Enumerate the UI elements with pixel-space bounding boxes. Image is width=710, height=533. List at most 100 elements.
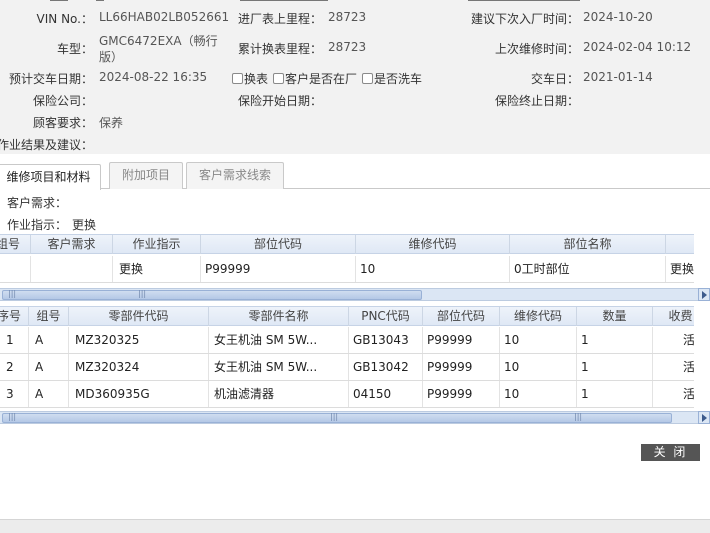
mileage-in-value: 28723 (328, 10, 367, 24)
table-cell: P99999 (423, 327, 500, 353)
table-cell: 10 (500, 354, 577, 380)
mileage-in-label: 进厂表上里程： (237, 12, 322, 26)
column-header[interactable]: 零部件名称 (209, 307, 349, 326)
table-cell: 活 (683, 387, 694, 401)
column-header[interactable]: 维修代码 (356, 235, 510, 254)
column-header[interactable]: 维修代码 (500, 307, 577, 326)
table-row[interactable]: 2 A MZ320324 女王机油 SM 5W... GB13042 P9999… (0, 354, 694, 381)
table-cell: 10 (500, 327, 577, 353)
work-instruction-value: 更换 (72, 218, 97, 232)
bottom-status-bar (0, 519, 710, 533)
scrollbar-thumb[interactable] (2, 290, 422, 300)
insurance-end-label: 保险终止日期： (494, 94, 579, 108)
column-header[interactable]: 组号 (0, 235, 31, 254)
table-cell: GB13043 (349, 327, 423, 353)
car-wash-label: 是否洗车 (374, 72, 423, 86)
checkbox-box[interactable] (273, 73, 284, 84)
grip-icon: ||| (8, 412, 17, 421)
delivery-label: 交车日： (530, 72, 579, 86)
change-meter-label: 换表 (244, 72, 269, 86)
table-cell: MZ320324 (69, 354, 209, 380)
table-cell: A (29, 327, 69, 353)
table-cell: GB13042 (349, 354, 423, 380)
column-header[interactable]: 零部件代码 (69, 307, 209, 326)
column-header[interactable]: 部位代码 (423, 307, 500, 326)
column-header[interactable]: 作业指示 (113, 235, 201, 254)
table-cell: 2 (0, 354, 29, 380)
car-wash-checkbox[interactable]: 是否洗车 (362, 70, 422, 87)
insurer-label: 保险公司： (32, 94, 93, 108)
vin-value: LL66HAB02LB052661 (99, 10, 230, 24)
tab-additional-items[interactable]: 附加项目 (109, 162, 183, 189)
eta-label: 预计交车日期： (8, 72, 93, 86)
table-cell: P99999 (423, 381, 500, 407)
table-cell: 机油滤清器 (209, 381, 349, 407)
table-cell: 1 (0, 327, 29, 353)
customer-request-value: 保养 (99, 116, 124, 130)
column-header[interactable]: 数量 (577, 307, 653, 326)
chevron-right-icon (701, 290, 707, 299)
customer-present-checkbox[interactable]: 客户是否在厂 (273, 70, 357, 87)
clipped-row-remnant (240, 0, 328, 1)
customer-present-label: 客户是否在厂 (285, 72, 358, 86)
table-cell (31, 256, 113, 282)
checkbox-box[interactable] (232, 73, 243, 84)
table-cell: P99999 (423, 354, 500, 380)
checkbox-box[interactable] (362, 73, 373, 84)
table-cell: 女王机油 SM 5W... (209, 354, 349, 380)
clipped-row-remnant (468, 0, 580, 1)
tab-bar: 维修项目和材料 附加项目 客户需求线索 (0, 154, 710, 190)
model-value-line2: 版） (99, 50, 124, 64)
vehicle-info-panel: VIN No.： LL66HAB02LB052661 进厂表上里程： 28723… (0, 0, 710, 154)
table-cell: MZ320325 (69, 327, 209, 353)
table-cell: A (29, 381, 69, 407)
table-cell: 活 (683, 333, 694, 347)
column-header[interactable]: 客户需求 (31, 235, 113, 254)
work-result-label: 作业结果及建议： (0, 138, 93, 152)
cumulative-mileage-value: 28723 (328, 40, 367, 54)
scroll-right-button[interactable] (698, 288, 710, 301)
delivery-value: 2021-01-14 (583, 70, 653, 84)
table-cell: 10 (356, 256, 510, 282)
last-repair-label: 上次维修时间： (494, 42, 579, 56)
scroll-right-button[interactable] (698, 411, 710, 424)
model-value-line1: GMC6472EXA（畅行 (99, 34, 218, 48)
column-header[interactable]: 部位代码 (201, 235, 356, 254)
next-visit-value: 2024-10-20 (583, 10, 653, 24)
clipped-row-remnant (50, 0, 68, 1)
customer-request-label: 顾客要求： (32, 116, 93, 130)
column-header[interactable]: 收费 (653, 307, 708, 326)
change-meter-checkbox[interactable]: 换表 (232, 70, 268, 87)
column-header[interactable]: 部位名称 (510, 235, 666, 254)
table-row[interactable]: 1 A MZ320325 女王机油 SM 5W... GB13043 P9999… (0, 327, 694, 354)
table-cell: 04150 (349, 381, 423, 407)
column-header[interactable]: 组号 (29, 307, 69, 326)
next-visit-label: 建议下次入厂时间： (470, 12, 579, 26)
close-button[interactable]: 关 闭 (641, 444, 700, 461)
customer-need-label: 客户需求： (7, 196, 68, 210)
grip-icon: ||| (330, 412, 339, 421)
table-cell: A (29, 354, 69, 380)
column-header[interactable]: PNC代码 (349, 307, 423, 326)
table-cell: 女王机油 SM 5W... (209, 327, 349, 353)
table-cell: MD360935G (69, 381, 209, 407)
clipped-row-remnant (96, 0, 104, 1)
table-cell: 0工时部位 (510, 256, 666, 282)
work-instruction-label: 作业指示： (7, 218, 68, 232)
table-cell (0, 256, 31, 282)
column-header[interactable]: 序号 (0, 307, 29, 326)
tab-customer-leads[interactable]: 客户需求线索 (186, 162, 284, 189)
insurance-start-label: 保险开始日期： (237, 94, 322, 108)
grip-icon: ||| (8, 289, 17, 298)
parts-grid-scrollbar[interactable]: ||| ||| ||| (0, 411, 698, 424)
table-cell: 1 (577, 327, 653, 353)
table-row[interactable]: 更换 P99999 10 0工时部位 更换 (0, 256, 694, 283)
items-grid-scrollbar[interactable]: ||| ||| (0, 288, 698, 301)
grip-icon: ||| (574, 412, 583, 421)
grip-icon: ||| (138, 289, 147, 298)
table-cell: 1 (577, 381, 653, 407)
tab-repair-items[interactable]: 维修项目和材料 (0, 164, 101, 190)
table-cell: 更换 (670, 262, 694, 276)
table-row[interactable]: 3 A MD360935G 机油滤清器 04150 P99999 10 1 活 (0, 381, 694, 408)
model-label: 车型： (56, 42, 93, 56)
